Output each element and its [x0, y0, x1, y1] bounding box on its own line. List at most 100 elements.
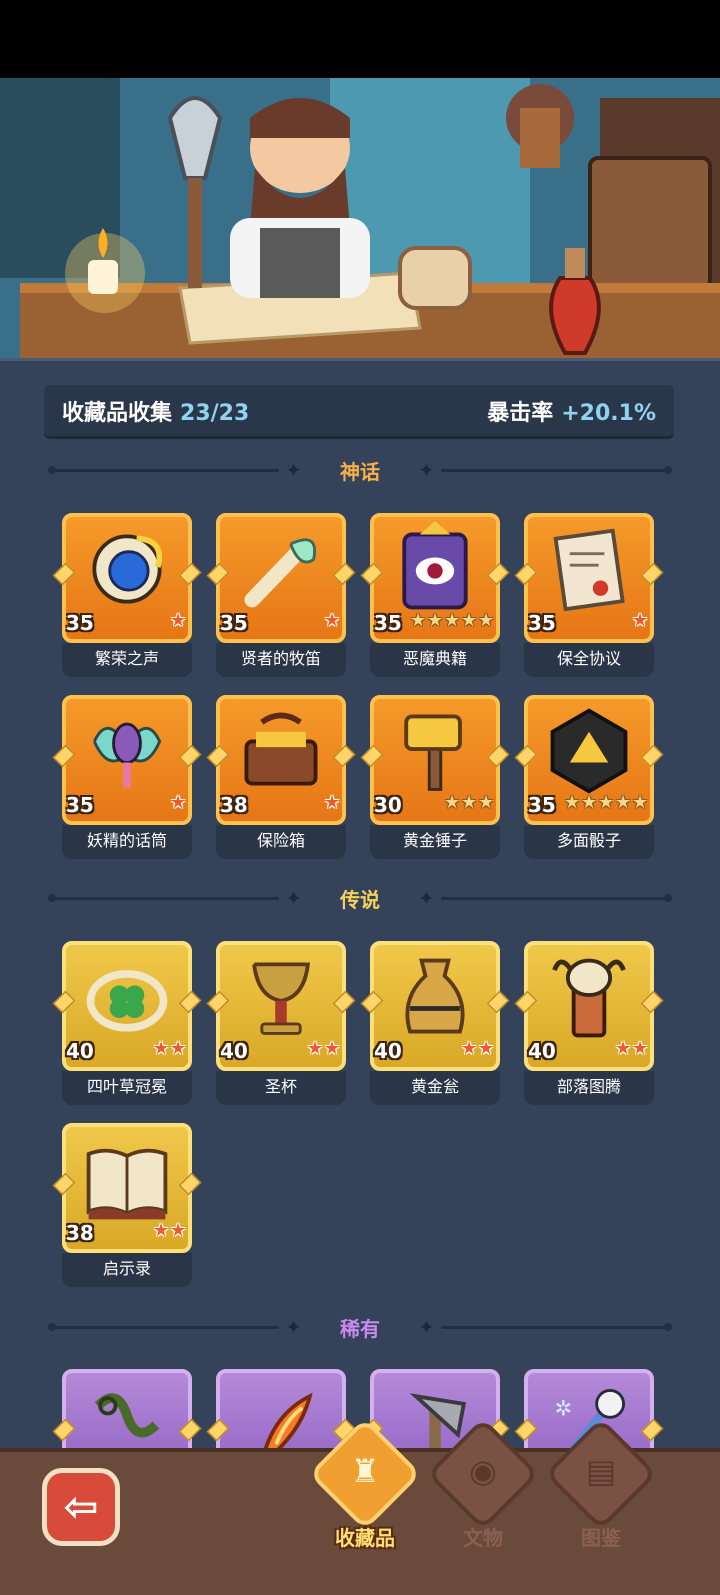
star-icon: ★: [615, 792, 632, 813]
star-icon: ★: [444, 792, 461, 813]
item-name: 多面骰子: [524, 825, 654, 859]
mythic-item[interactable]: 35 ★ ★ ★ ★ ★ 恶魔典籍: [360, 513, 510, 677]
tab-codex[interactable]: ▤ 图鉴: [544, 1417, 658, 1574]
star-icon: ★: [324, 1038, 341, 1059]
star-rating: ★ ★ ★: [444, 792, 495, 813]
item-name: 部落图腾: [524, 1071, 654, 1105]
item-name: 保全协议: [524, 643, 654, 677]
section-title-legend: 传说: [340, 887, 380, 912]
divider: [440, 1322, 673, 1331]
star-rating: ★ ★: [461, 1038, 494, 1059]
star-icon: ★: [461, 1038, 478, 1059]
star-rating: ★: [170, 792, 187, 813]
status-bar: [0, 0, 720, 78]
star-icon: ★: [632, 610, 649, 631]
item-level: 30: [374, 793, 402, 817]
tab-relics[interactable]: ◉ 文物: [426, 1417, 540, 1574]
legend-item[interactable]: 40 ★ ★ 四叶草冠冕: [52, 941, 202, 1105]
diamond-ornament-icon: ✦: [285, 458, 302, 482]
diamond-ornament-icon: ✦: [418, 458, 435, 482]
diamond-ornament-icon: ✦: [418, 1315, 435, 1339]
star-icon: ★: [153, 1220, 170, 1241]
collection-summary: 收藏品收集 23/23 暴击率 +20.1%: [44, 385, 674, 439]
mythic-item[interactable]: 35 ★ 繁荣之声: [52, 513, 202, 677]
tab-collection[interactable]: ♜ 收藏品: [308, 1417, 422, 1574]
star-icon: ★: [324, 792, 341, 813]
star-icon: ★: [632, 1038, 649, 1059]
item-name: 启示录: [62, 1253, 192, 1287]
crit-label: 暴击率: [487, 400, 554, 426]
conch-shell-icon: [92, 534, 163, 604]
item-level: 35: [374, 611, 402, 635]
star-icon: ★: [564, 792, 581, 813]
mythic-item[interactable]: 35 ★ ★ ★ ★ ★ 多面骰子: [514, 695, 664, 859]
diamond-ornament-icon: ✦: [285, 1315, 302, 1339]
star-icon: ★: [632, 792, 649, 813]
star-icon: ★: [410, 610, 427, 631]
star-icon: ★: [478, 792, 495, 813]
revelation-book-icon: [86, 1148, 168, 1220]
collection-panel: 收藏品收集 23/23 暴击率 +20.1% ✦ 神话 ✦ ✦ 传说 ✦ ✦ 稀有 …: [0, 358, 720, 1499]
divider: [440, 893, 673, 902]
star-icon: ★: [444, 610, 461, 631]
item-level: 35: [66, 611, 94, 635]
star-rating: ★: [170, 610, 187, 631]
collection-count: 收藏品收集 23/23: [62, 395, 249, 427]
star-icon: ★: [170, 610, 187, 631]
item-name: 保险箱: [216, 825, 346, 859]
star-rating: ★ ★: [307, 1038, 341, 1059]
item-name: 黄金瓮: [370, 1071, 500, 1105]
section-title-rare: 稀有: [340, 1316, 380, 1341]
item-level: 38: [66, 1221, 94, 1245]
item-level: 35: [528, 611, 556, 635]
bottom-nav: ⇦ ♜ 收藏品 ◉ 文物 ▤ 图鉴: [0, 1417, 720, 1595]
back-button[interactable]: ⇦: [42, 1468, 120, 1546]
clover-crown-icon: [86, 970, 168, 1032]
back-arrow-icon: ⇦: [63, 1482, 99, 1531]
mythic-item[interactable]: 38 ★ 保险箱: [206, 695, 356, 859]
tribal-totem-icon: [552, 958, 626, 1038]
section-title-mythic: 神话: [340, 459, 380, 484]
treasure-chest-icon: [244, 712, 318, 786]
contract-scroll-icon: [553, 528, 625, 612]
star-icon: ★: [581, 792, 598, 813]
item-name: 繁荣之声: [62, 643, 192, 677]
flute-icon: [244, 538, 316, 608]
star-rating: ★: [632, 610, 649, 631]
shopkeeper-banner: [0, 78, 720, 358]
grail-icon: [252, 962, 311, 1035]
svg-text:✲: ✲: [554, 1395, 572, 1420]
star-rating: ★ ★: [615, 1038, 649, 1059]
item-name: 四叶草冠冕: [62, 1071, 192, 1105]
legend-item[interactable]: 40 ★ ★ 黄金瓮: [360, 941, 510, 1105]
star-rating: ★ ★: [153, 1220, 186, 1241]
legend-item[interactable]: 38 ★ ★ 启示录: [52, 1123, 202, 1287]
mythic-item[interactable]: 30 ★ ★ ★ 黄金锤子: [360, 695, 510, 859]
star-rating: ★: [324, 792, 341, 813]
item-name: 妖精的话筒: [62, 825, 192, 859]
legend-item[interactable]: 40 ★ ★ 圣杯: [206, 941, 356, 1105]
d20-dice-icon: [550, 708, 628, 794]
crit-bonus: 暴击率 +20.1%: [487, 395, 656, 427]
item-level: 40: [66, 1039, 94, 1063]
star-icon: ★: [170, 792, 187, 813]
item-level: 35: [220, 611, 248, 635]
item-level: 40: [528, 1039, 556, 1063]
star-rating: ★ ★: [153, 1038, 186, 1059]
demon-book-icon: [402, 521, 468, 610]
star-icon: ★: [153, 1038, 170, 1059]
star-rating: ★ ★ ★ ★ ★: [564, 792, 649, 813]
item-name: 圣杯: [216, 1071, 346, 1105]
star-icon: ★: [478, 610, 495, 631]
legend-item[interactable]: 40 ★ ★ 部落图腾: [514, 941, 664, 1105]
diamond-ornament-icon: ✦: [418, 886, 435, 910]
collection-icon: ♜: [350, 1452, 380, 1490]
mythic-item[interactable]: 35 ★ 保全协议: [514, 513, 664, 677]
item-level: 38: [220, 793, 248, 817]
divider: [47, 893, 280, 902]
divider: [440, 465, 673, 474]
mythic-item[interactable]: 35 ★ 妖精的话筒: [52, 695, 202, 859]
mythic-item[interactable]: 35 ★ 贤者的牧笛: [206, 513, 356, 677]
section-header-rare: ✦ 稀有 ✦: [47, 1310, 673, 1344]
divider: [47, 465, 280, 474]
